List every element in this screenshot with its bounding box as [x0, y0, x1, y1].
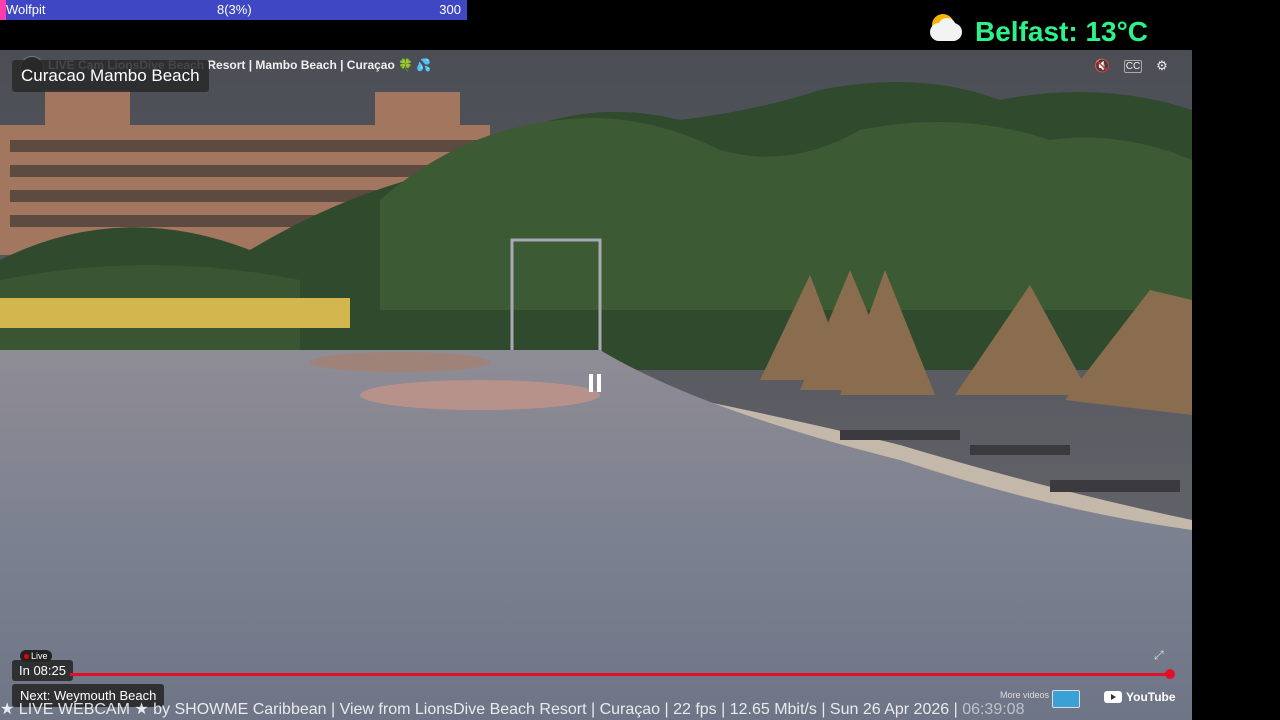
status-name: Wolfpit — [6, 2, 46, 17]
video-player[interactable]: LIVE Cam LionsDive Beach Resort | Mambo … — [0, 50, 1192, 720]
status-progress: 8(3%) — [217, 2, 252, 17]
location-label: Curacao Mambo Beach — [12, 60, 209, 92]
progress-bar[interactable] — [70, 673, 1170, 676]
fullscreen-icon[interactable]: ⤢ — [1154, 648, 1164, 663]
countdown-timer: In 08:25 — [12, 660, 73, 681]
progress-knob[interactable] — [1165, 669, 1175, 679]
gear-icon[interactable]: ⚙ — [1154, 58, 1170, 74]
pause-icon[interactable] — [587, 374, 603, 394]
ticker-time: 06:39:08 — [962, 701, 1025, 718]
top-status-bar: Wolfpit 8(3%) 300 — [0, 0, 467, 20]
info-ticker: ★ LIVE WEBCAM ★ by SHOWME Caribbean | Vi… — [0, 700, 1192, 720]
ticker-text: ★ LIVE WEBCAM ★ by SHOWME Caribbean | Vi… — [0, 701, 963, 718]
weather-text: Belfast: 13°C — [975, 16, 1149, 47]
more-videos-label[interactable]: More videos — [1000, 690, 1049, 700]
weather-widget: Belfast: 13°C — [928, 14, 1148, 50]
mute-icon[interactable]: 🔇 — [1094, 58, 1110, 74]
captions-icon[interactable]: CC — [1124, 60, 1142, 73]
status-max: 300 — [439, 2, 461, 17]
partly-cloudy-icon — [928, 14, 968, 50]
